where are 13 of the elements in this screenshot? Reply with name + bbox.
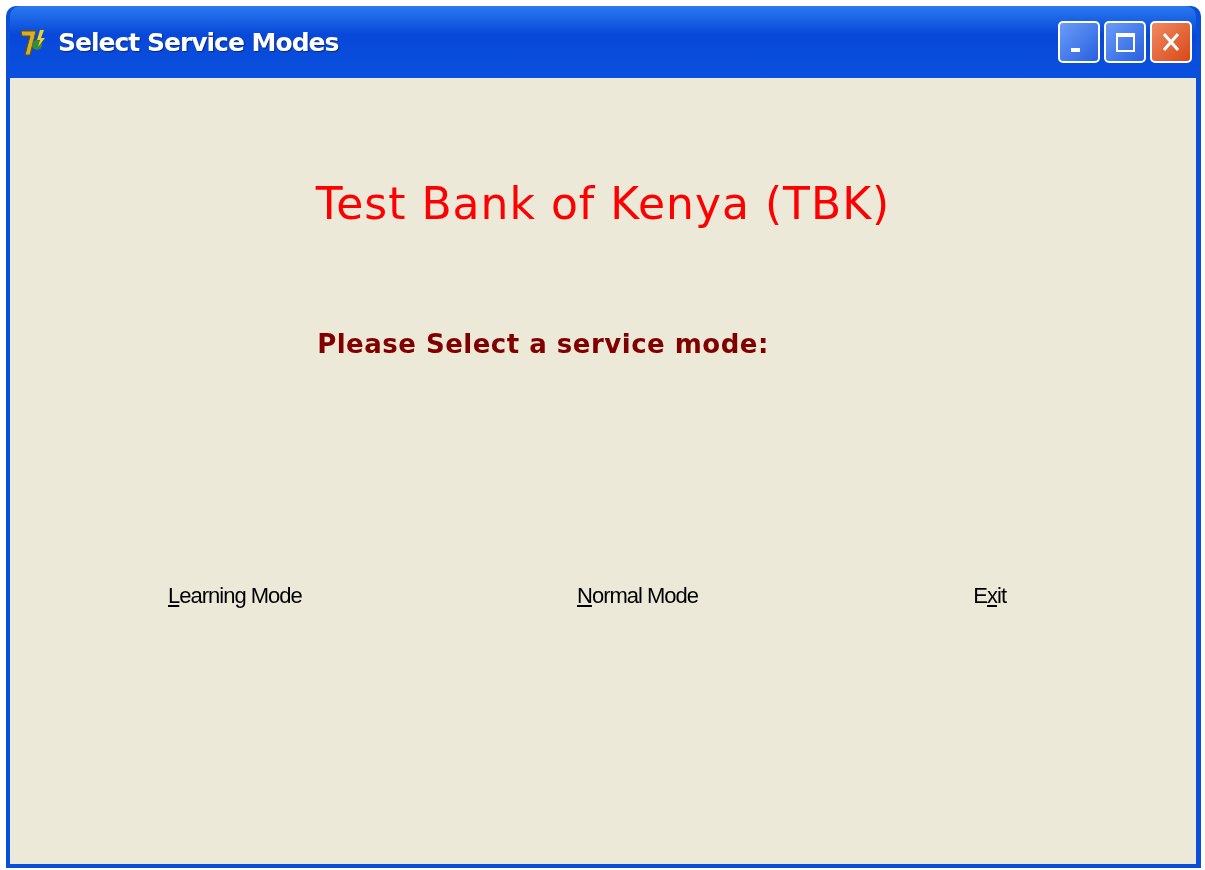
close-icon (1163, 33, 1179, 51)
minimize-icon (1070, 48, 1080, 52)
bank-heading: Test Bank of Kenya (TBK) (315, 178, 891, 229)
window-title: Select Service Modes (58, 27, 339, 57)
mode-button[interactable]: Exit (971, 581, 1008, 611)
mode-button[interactable]: Normal Mode (575, 581, 701, 611)
mode-button[interactable]: Learning Mode (166, 581, 304, 611)
prompt-text: Please Select a service mode: (317, 329, 769, 359)
maximize-button[interactable] (1104, 21, 1146, 63)
minimize-button[interactable] (1058, 21, 1100, 63)
maximize-icon (1115, 32, 1135, 52)
app-icon (18, 27, 48, 57)
close-button[interactable] (1150, 21, 1192, 63)
